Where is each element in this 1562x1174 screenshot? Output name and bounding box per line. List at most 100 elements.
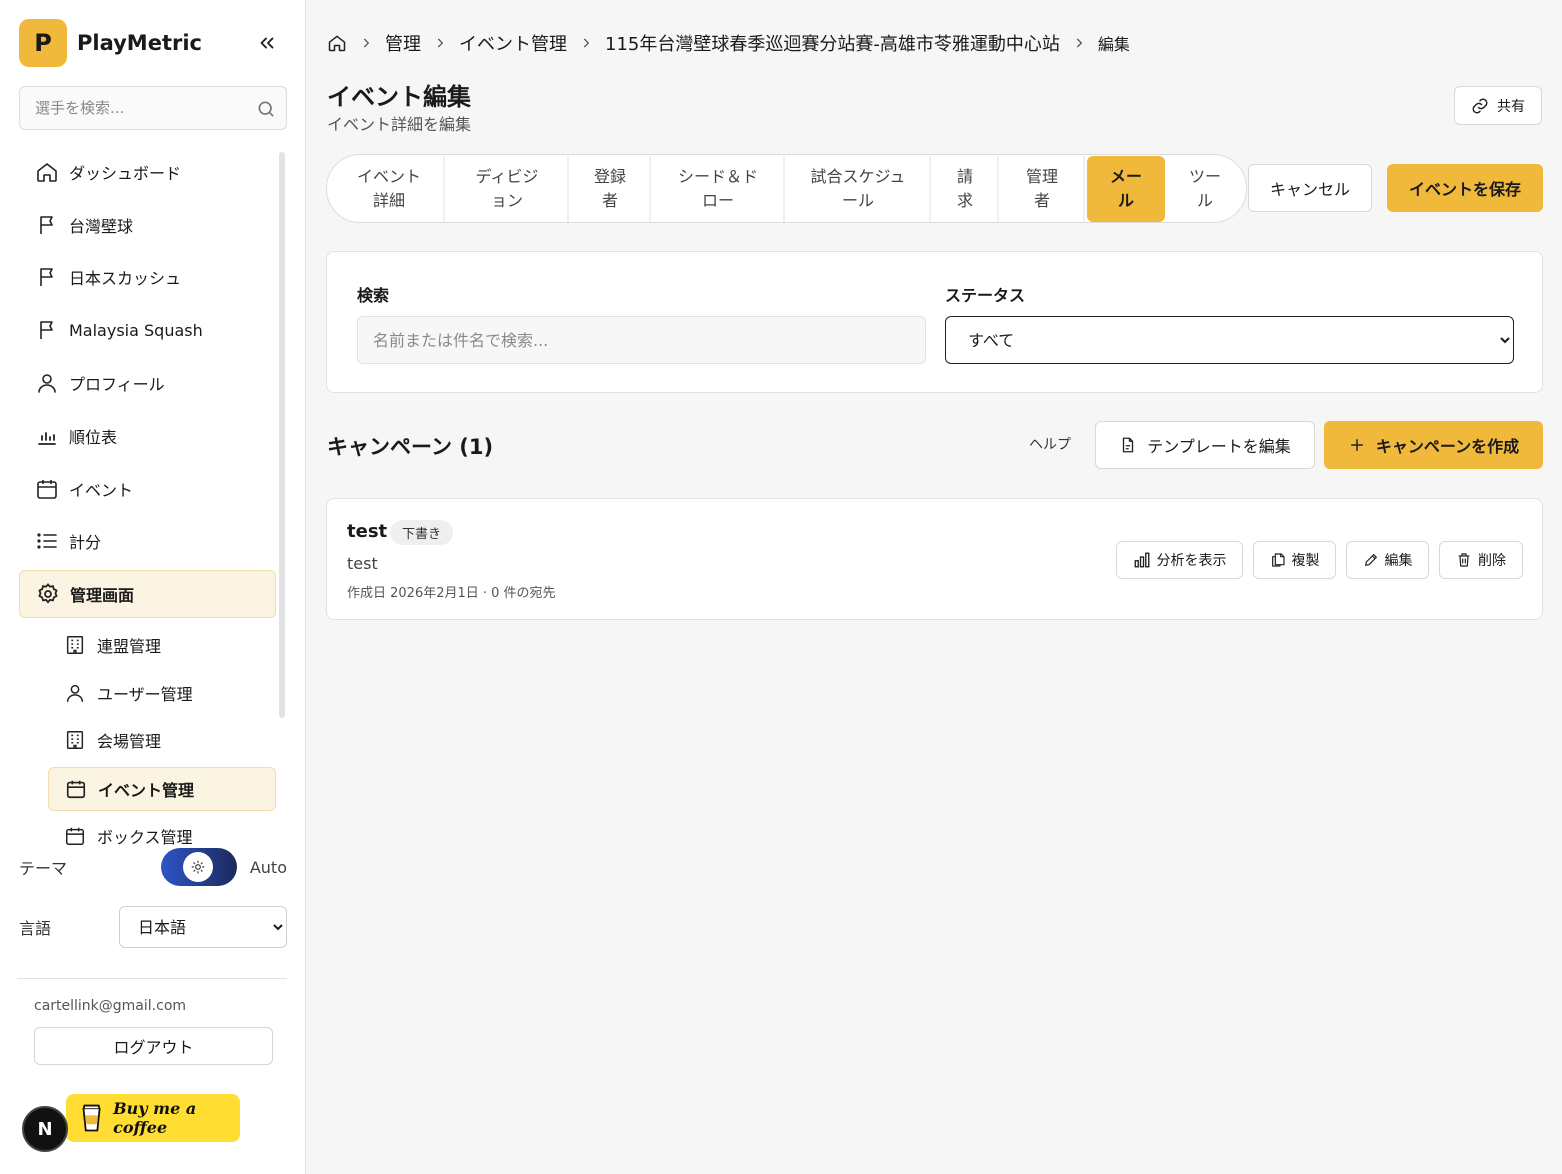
campaign-search-input[interactable] — [357, 316, 926, 364]
next-logo-icon[interactable]: N — [22, 1106, 68, 1152]
sidebar-item-japan-squash[interactable]: 日本スカッシュ — [19, 253, 276, 301]
breadcrumb-event-admin[interactable]: イベント管理 — [459, 30, 567, 56]
home-icon — [35, 160, 59, 184]
status-badge: 下書き — [390, 520, 454, 545]
tab-label: メール — [1109, 167, 1142, 210]
sidebar-item-taiwan-squash[interactable]: 台灣壁球 — [19, 201, 276, 249]
page-subtitle: イベント詳細を編集 — [327, 115, 472, 134]
search-label: 検索 — [357, 286, 390, 305]
tab-label: ディビジ ョン — [475, 167, 539, 210]
campaign-meta: 作成日 2026年2月1日 · 0 件の宛先 — [347, 586, 556, 601]
chevron-right-icon — [579, 36, 593, 50]
campaigns-heading: キャンペーン (1) — [327, 435, 494, 459]
collapse-sidebar-button[interactable] — [254, 30, 280, 56]
sidebar-item-dashboard[interactable]: ダッシュボード — [19, 148, 276, 196]
tab-event-details[interactable]: イベント 詳細 — [335, 156, 445, 222]
sidebar-item-label: 順位表 — [69, 428, 118, 447]
user-icon — [63, 681, 87, 705]
sidebar-item-events[interactable]: イベント — [19, 465, 276, 513]
edit-label: 編集 — [1384, 553, 1413, 569]
sidebar-item-label: イベント — [69, 481, 134, 500]
buy-me-a-coffee-button[interactable]: Buy me a coffee — [66, 1094, 240, 1142]
theme-mode-label: Auto — [249, 857, 287, 877]
cancel-button[interactable]: キャンセル — [1248, 164, 1372, 212]
user-icon — [35, 371, 59, 395]
search-icon — [258, 101, 274, 117]
sidebar-item-user-admin[interactable]: ユーザー管理 — [48, 669, 276, 717]
sidebar-item-label: 台灣壁球 — [69, 217, 134, 236]
sidebar-item-label: 連盟管理 — [97, 637, 162, 656]
plus-icon — [1348, 436, 1366, 454]
theme-row: テーマ Auto — [19, 848, 287, 886]
brand[interactable]: P PlayMetric — [19, 19, 202, 67]
sidebar-item-label: 計分 — [69, 533, 102, 552]
tab-billing[interactable]: 請求 — [933, 156, 999, 222]
status-select[interactable]: すべて — [945, 316, 1514, 364]
breadcrumb-event[interactable]: 115年台灣壁球春季巡迴賽分站賽-高雄市苓雅運動中心站 — [605, 30, 1060, 56]
tab-label: ツール — [1188, 167, 1221, 210]
language-row: 言語 日本語 — [19, 906, 287, 948]
page-title: イベント編集 — [327, 83, 471, 111]
create-campaign-button[interactable]: キャンペーンを作成 — [1324, 421, 1543, 469]
tab-mail[interactable]: メール — [1087, 156, 1165, 222]
sidebar-item-label: プロフィール — [69, 375, 165, 394]
edit-button[interactable]: 編集 — [1346, 541, 1429, 579]
sidebar-item-profile[interactable]: プロフィール — [19, 359, 276, 407]
logout-button[interactable]: ログアウト — [34, 1027, 273, 1065]
tab-label: イベント 詳細 — [356, 167, 421, 210]
calendar-icon — [63, 824, 87, 848]
sidebar-item-rankings[interactable]: 順位表 — [19, 412, 276, 460]
tab-label: 試合スケジュ ール — [810, 167, 906, 210]
home-icon[interactable] — [327, 33, 347, 53]
brand-name: PlayMetric — [77, 31, 202, 55]
theme-toggle[interactable] — [161, 848, 237, 886]
chevron-right-icon — [359, 36, 373, 50]
tab-label: シード＆ド ロー — [677, 167, 758, 210]
share-button[interactable]: 共有 — [1454, 86, 1542, 125]
sidebar-item-label: ダッシュボード — [69, 164, 182, 183]
delete-button[interactable]: 削除 — [1439, 541, 1523, 579]
sidebar-item-federation-admin[interactable]: 連盟管理 — [48, 621, 276, 669]
flag-icon — [35, 213, 59, 237]
campaign-description: test — [347, 554, 378, 573]
sidebar-item-malaysia-squash[interactable]: Malaysia Squash — [19, 306, 276, 354]
link-icon — [1471, 97, 1489, 115]
flag-icon — [35, 265, 59, 289]
save-event-button[interactable]: イベントを保存 — [1387, 164, 1543, 212]
sidebar-item-admin[interactable]: 管理画面 — [19, 570, 276, 618]
sidebar-scrollbar[interactable] — [279, 152, 285, 718]
bar-chart-icon — [1133, 551, 1151, 569]
sidebar-item-event-admin[interactable]: イベント管理 — [48, 767, 276, 811]
sidebar-item-label: 管理画面 — [70, 586, 135, 605]
tab-label: 請求 — [956, 167, 973, 210]
gear-icon — [36, 582, 60, 606]
tab-label: 管理者 — [1025, 167, 1058, 210]
list-icon — [35, 529, 59, 553]
tab-divisions[interactable]: ディビジ ョン — [447, 156, 569, 222]
player-search-input[interactable] — [20, 87, 286, 129]
breadcrumb-admin[interactable]: 管理 — [385, 30, 421, 56]
calendar-icon — [35, 477, 59, 501]
sidebar-item-scoring[interactable]: 計分 — [19, 517, 276, 565]
tab-match-schedule[interactable]: 試合スケジュ ール — [787, 156, 931, 222]
tab-seeds-draws[interactable]: シード＆ド ロー — [653, 156, 785, 222]
sidebar-item-label: 日本スカッシュ — [69, 269, 182, 288]
tab-tools[interactable]: ツール — [1167, 156, 1243, 222]
view-analytics-button[interactable]: 分析を表示 — [1116, 541, 1243, 579]
analytics-label: 分析を表示 — [1156, 553, 1227, 569]
tab-managers[interactable]: 管理者 — [1001, 156, 1085, 222]
duplicate-button[interactable]: 複製 — [1253, 541, 1336, 579]
help-button[interactable]: ヘルプ — [1015, 430, 1085, 458]
duplicate-label: 複製 — [1291, 553, 1320, 569]
language-label: 言語 — [19, 919, 52, 938]
edit-template-button[interactable]: テンプレートを編集 — [1095, 421, 1315, 469]
sidebar-item-venue-admin[interactable]: 会場管理 — [48, 716, 276, 764]
filter-card: 検索 ステータス すべて — [326, 251, 1543, 393]
sidebar-item-label: 会場管理 — [97, 732, 162, 751]
chevron-right-icon — [433, 36, 447, 50]
tab-registrants[interactable]: 登録者 — [571, 156, 651, 222]
bar-chart-icon — [35, 424, 59, 448]
language-select[interactable]: 日本語 — [119, 906, 287, 948]
edit-template-label: テンプレートを編集 — [1147, 437, 1291, 456]
sidebar-divider — [17, 978, 287, 979]
